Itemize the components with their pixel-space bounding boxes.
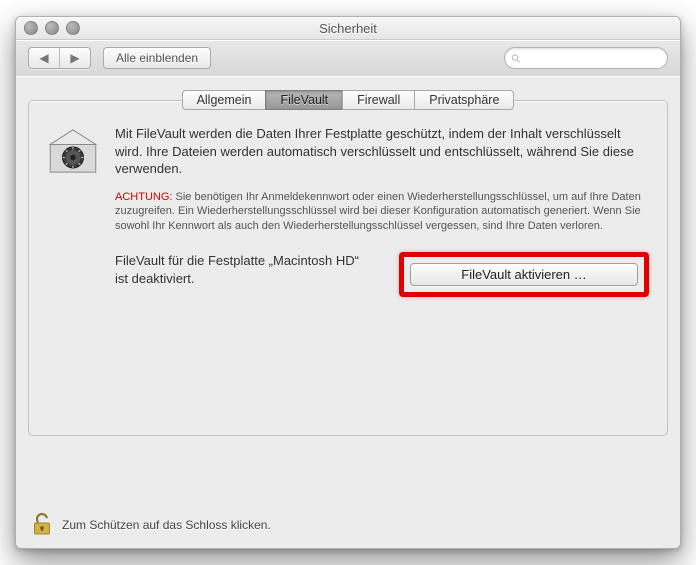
show-all-label: Alle einblenden [116, 51, 198, 65]
window-title: Sicherheit [319, 21, 377, 36]
lock-icon[interactable] [32, 512, 52, 539]
filevault-panel: Mit FileVault werden die Daten Ihrer Fes… [28, 100, 668, 436]
filevault-warning: ACHTUNG: Sie benötigen Ihr Anmeldekennwo… [115, 190, 649, 235]
tab-allgemein[interactable]: Allgemein [182, 90, 266, 110]
back-button[interactable]: ◀ [29, 48, 60, 68]
search-input[interactable] [525, 50, 661, 66]
chevron-right-icon: ▶ [70, 51, 79, 65]
window-body: Allgemein FileVault Firewall Privatsphär… [16, 76, 680, 548]
show-all-button[interactable]: Alle einblenden [103, 47, 211, 69]
chevron-left-icon: ◀ [39, 51, 48, 65]
window-controls [24, 21, 80, 35]
forward-button[interactable]: ▶ [60, 48, 90, 68]
filevault-icon [47, 125, 99, 297]
titlebar: Sicherheit [16, 17, 680, 40]
tab-privatsphaere[interactable]: Privatsphäre [414, 90, 514, 110]
close-window-icon[interactable] [24, 21, 38, 35]
lock-hint-text: Zum Schützen auf das Schloss klicken. [62, 518, 271, 532]
activate-filevault-label: FileVault aktivieren … [461, 267, 586, 282]
search-icon [511, 53, 521, 64]
preferences-window: Sicherheit ◀ ▶ Alle einblenden Allgemein… [15, 16, 681, 549]
filevault-intro-text: Mit FileVault werden die Daten Ihrer Fes… [115, 125, 649, 178]
warning-label: ACHTUNG: [115, 191, 172, 203]
nav-segmented-control: ◀ ▶ [28, 47, 91, 69]
tab-firewall[interactable]: Firewall [342, 90, 414, 110]
tab-filevault[interactable]: FileVault [265, 90, 342, 110]
search-field[interactable] [504, 47, 668, 69]
footer: Zum Schützen auf das Schloss klicken. [16, 502, 680, 548]
warning-text: Sie benötigen Ihr Anmeldekennwort oder e… [115, 191, 641, 233]
minimize-window-icon[interactable] [45, 21, 59, 35]
activate-highlight: FileVault aktivieren … [399, 252, 649, 297]
filevault-status-text: FileVault für die Festplatte „Macintosh … [115, 252, 375, 287]
activate-filevault-button[interactable]: FileVault aktivieren … [410, 263, 638, 286]
toolbar: ◀ ▶ Alle einblenden [16, 40, 680, 77]
zoom-window-icon[interactable] [66, 21, 80, 35]
tab-bar: Allgemein FileVault Firewall Privatsphär… [16, 90, 680, 110]
